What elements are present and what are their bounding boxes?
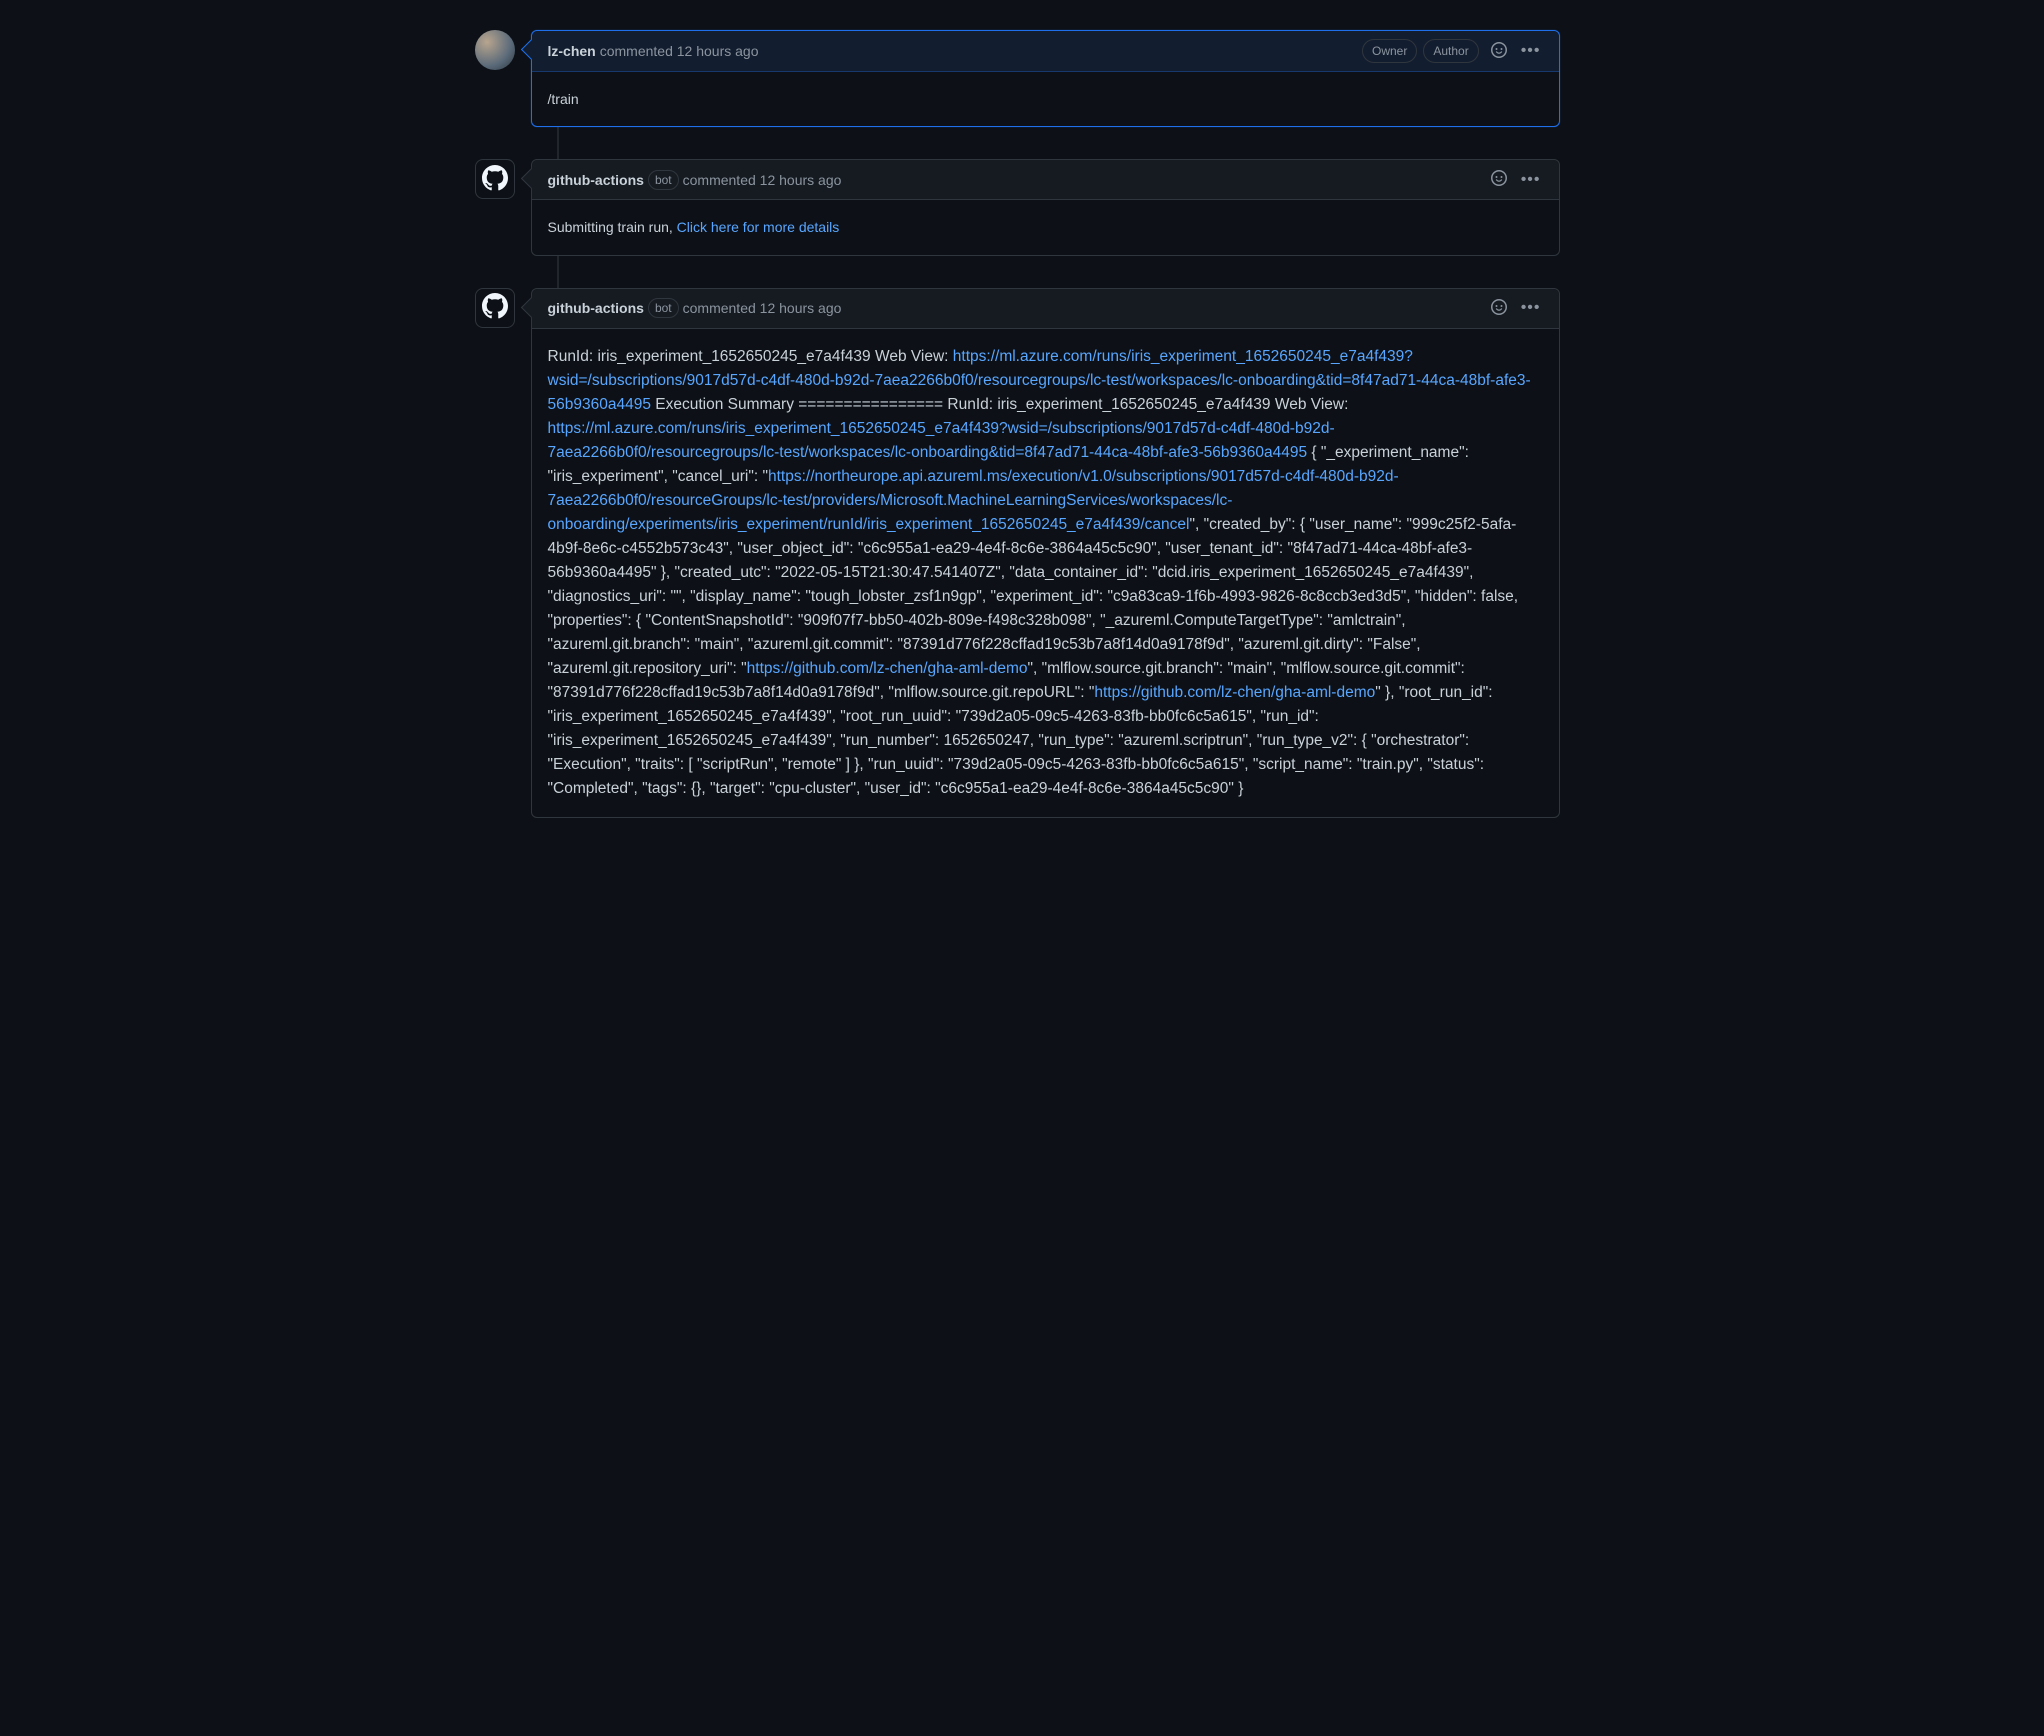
reaction-button[interactable] — [1489, 297, 1509, 320]
owner-badge: Owner — [1362, 39, 1417, 63]
smiley-icon — [1491, 170, 1507, 189]
kebab-menu-button[interactable]: ••• — [1519, 41, 1543, 61]
comment-bubble: lz-chen commented 12 hours ago Owner Aut… — [531, 30, 1560, 127]
kebab-icon: ••• — [1521, 43, 1541, 59]
comment-timeline: lz-chen commented 12 hours ago Owner Aut… — [475, 30, 1560, 818]
comment-body: /train — [532, 72, 1559, 126]
comment-meta[interactable]: commented 12 hours ago — [683, 300, 842, 316]
details-link[interactable]: Click here for more details — [677, 219, 840, 235]
smiley-icon — [1491, 299, 1507, 318]
reaction-button[interactable] — [1489, 40, 1509, 63]
kebab-icon: ••• — [1521, 172, 1541, 188]
author-badge: Author — [1423, 39, 1478, 63]
comment: github-actions bot commented 12 hours ag… — [475, 288, 1560, 818]
comment-actions: ••• — [1489, 40, 1543, 63]
comment-header: github-actions bot commented 12 hours ag… — [532, 160, 1559, 200]
avatar[interactable] — [475, 159, 515, 199]
github-icon — [482, 293, 508, 322]
comment-bubble: github-actions bot commented 12 hours ag… — [531, 288, 1560, 818]
comment-body: RunId: iris_experiment_1652650245_e7a4f4… — [532, 329, 1559, 817]
azure-run-link[interactable]: https://ml.azure.com/runs/iris_experimen… — [548, 420, 1335, 461]
comment-actions: ••• — [1489, 168, 1543, 191]
comment-author[interactable]: github-actions — [548, 300, 644, 316]
body-text: Submitting train run, — [548, 219, 677, 235]
comment: github-actions bot commented 12 hours ag… — [475, 159, 1560, 255]
comment-meta[interactable]: commented 12 hours ago — [600, 43, 759, 59]
body-text: ", "created_by": { "user_name": "999c25f… — [548, 516, 1519, 677]
github-icon — [482, 165, 508, 194]
bot-badge: bot — [648, 298, 679, 318]
kebab-menu-button[interactable]: ••• — [1519, 298, 1543, 318]
github-repo-link[interactable]: https://github.com/lz-chen/gha-aml-demo — [1094, 684, 1375, 701]
body-text: Execution Summary ================ RunId… — [651, 396, 1348, 413]
comment-actions: ••• — [1489, 297, 1543, 320]
github-repo-link[interactable]: https://github.com/lz-chen/gha-aml-demo — [747, 660, 1028, 677]
smiley-icon — [1491, 42, 1507, 61]
reaction-button[interactable] — [1489, 168, 1509, 191]
avatar[interactable] — [475, 30, 515, 70]
kebab-icon: ••• — [1521, 300, 1541, 316]
comment: lz-chen commented 12 hours ago Owner Aut… — [475, 30, 1560, 127]
body-text: RunId: iris_experiment_1652650245_e7a4f4… — [548, 348, 953, 365]
comment-header: github-actions bot commented 12 hours ag… — [532, 289, 1559, 329]
comment-header: lz-chen commented 12 hours ago Owner Aut… — [532, 31, 1559, 72]
kebab-menu-button[interactable]: ••• — [1519, 170, 1543, 190]
avatar[interactable] — [475, 288, 515, 328]
comment-body: Submitting train run, Click here for mor… — [532, 200, 1559, 254]
bot-badge: bot — [648, 170, 679, 190]
comment-bubble: github-actions bot commented 12 hours ag… — [531, 159, 1560, 255]
comment-meta[interactable]: commented 12 hours ago — [683, 172, 842, 188]
comment-author[interactable]: lz-chen — [548, 43, 596, 59]
comment-author[interactable]: github-actions — [548, 172, 644, 188]
